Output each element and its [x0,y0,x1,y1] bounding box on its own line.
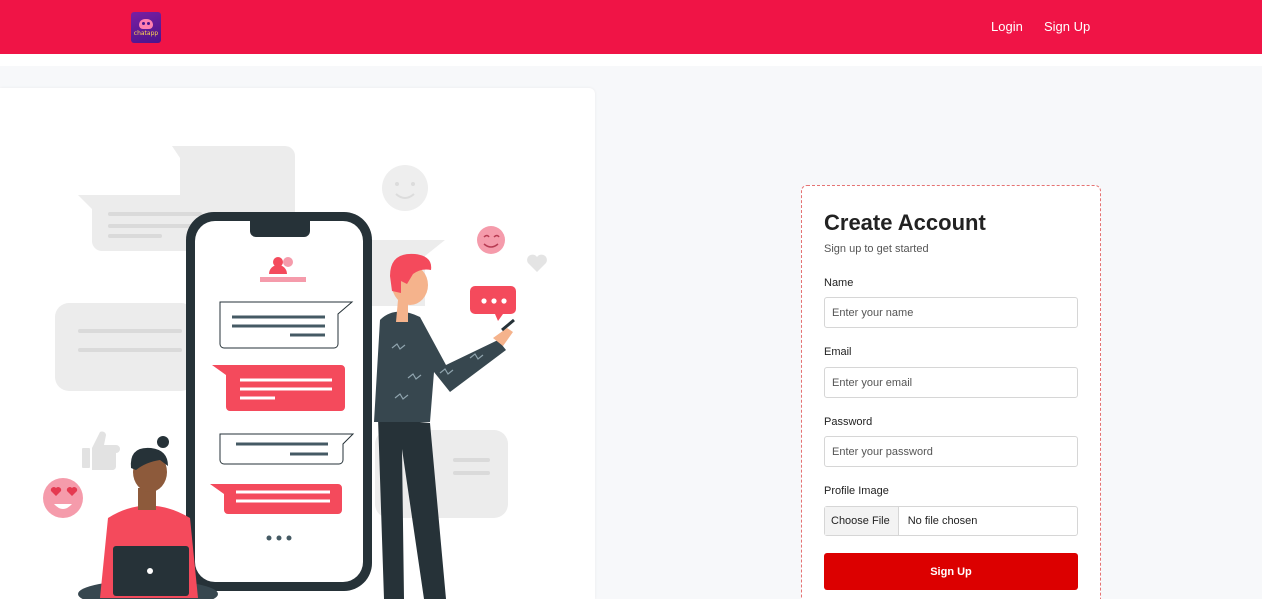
password-label: Password [824,416,873,428]
faded-smiley-icon [382,165,428,211]
form-subtitle: Sign up to get started [824,243,929,255]
phone-illustration [186,212,372,591]
heart-eyes-emoji-icon [43,478,83,518]
logo-text: chatapp [133,29,159,37]
signup-form-card: Create Account Sign up to get started Na… [801,185,1101,599]
file-status-text: No file chosen [907,515,978,527]
profile-image-label: Profile Image [824,485,889,497]
typing-bubble-icon [470,286,516,321]
name-label: Name [824,277,854,289]
wink-emoji-icon [477,226,505,254]
name-input[interactable] [824,297,1078,328]
heart-icon [527,254,547,272]
email-input[interactable] [824,367,1078,398]
profile-image-file-input[interactable]: Choose File No file chosen [824,506,1078,536]
hero-illustration-panel [0,88,595,599]
logo-face-icon [139,18,153,29]
nav-signup-link[interactable]: Sign Up [1044,19,1090,34]
chat-illustration [43,146,547,599]
header-strip [0,54,1262,66]
choose-file-button[interactable]: Choose File [825,507,899,535]
thumbs-up-icon [82,431,120,471]
email-label: Email [824,346,852,358]
signup-submit-button[interactable]: Sign Up [824,553,1078,590]
form-title: Create Account [824,210,986,235]
nav-login-link[interactable]: Login [991,19,1023,34]
password-input[interactable] [824,436,1078,467]
app-logo[interactable]: chatapp [131,12,161,43]
navbar: chatapp Login Sign Up [0,0,1262,54]
